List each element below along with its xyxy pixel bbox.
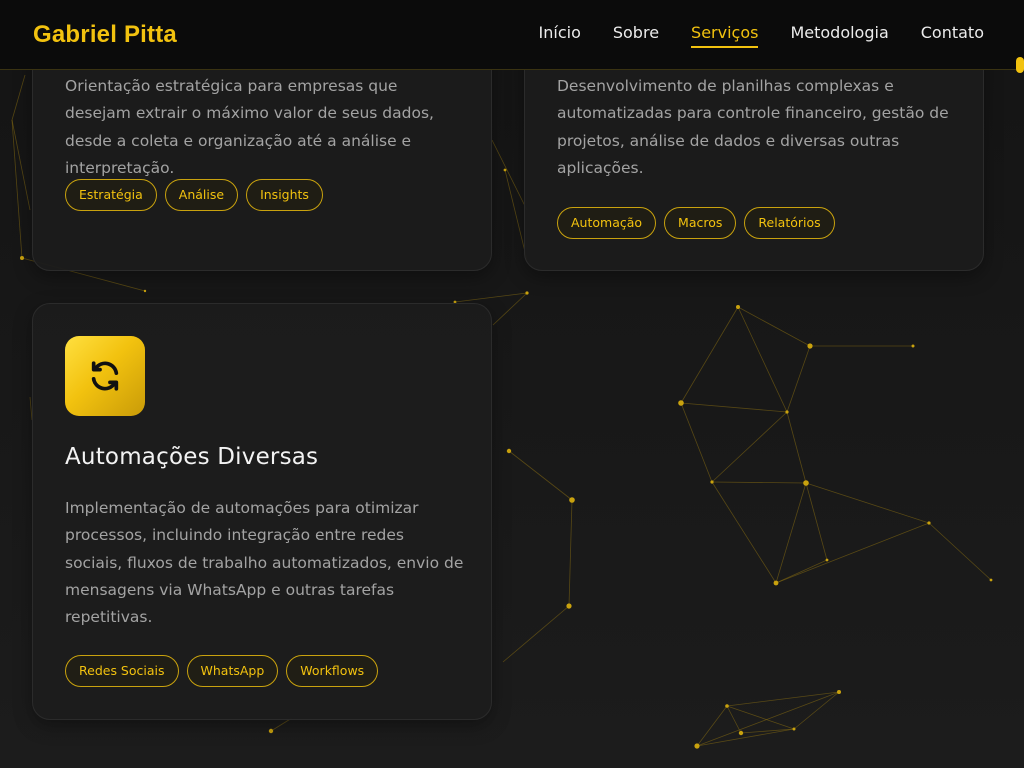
refresh-icon	[91, 361, 119, 391]
nav-link-servicos[interactable]: Serviços	[691, 23, 759, 48]
service-card-automacoes: Automações Diversas Implementação de aut…	[32, 303, 492, 720]
tag-analise: Análise	[164, 179, 239, 211]
service-description: Orientação estratégica para empresas que…	[65, 77, 434, 177]
tag-estrategia: Estratégia	[65, 179, 157, 211]
tag-whatsapp: WhatsApp	[186, 655, 279, 687]
service-tags: Redes Sociais WhatsApp Workflows	[65, 655, 379, 687]
nav-link-metodologia[interactable]: Metodologia	[790, 23, 888, 46]
main-nav: Início Sobre Serviços Metodologia Contat…	[539, 23, 984, 48]
scrollbar-thumb[interactable]	[1016, 57, 1024, 73]
site-logo[interactable]: Gabriel Pitta	[33, 21, 177, 49]
service-description: Implementação de automações para otimiza…	[65, 499, 464, 627]
tag-macros: Macros	[664, 207, 737, 239]
tag-insights: Insights	[246, 179, 323, 211]
site-header: Gabriel Pitta Início Sobre Serviços Meto…	[0, 0, 1024, 70]
nav-link-inicio[interactable]: Início	[539, 23, 581, 46]
tag-automacao: Automação	[557, 207, 657, 239]
service-title: Automações Diversas	[65, 444, 319, 470]
tag-relatorios: Relatórios	[744, 207, 835, 239]
tag-redes-sociais: Redes Sociais	[65, 655, 179, 687]
service-icon-box	[65, 336, 145, 416]
service-description: Desenvolvimento de planilhas complexas e…	[557, 77, 949, 177]
tag-workflows: Workflows	[286, 655, 379, 687]
service-tags: Automação Macros Relatórios	[557, 207, 835, 239]
service-tags: Estratégia Análise Insights	[65, 179, 323, 211]
nav-link-contato[interactable]: Contato	[921, 23, 984, 46]
page: Gabriel Pitta Início Sobre Serviços Meto…	[0, 0, 1024, 768]
nav-link-sobre[interactable]: Sobre	[613, 23, 659, 46]
